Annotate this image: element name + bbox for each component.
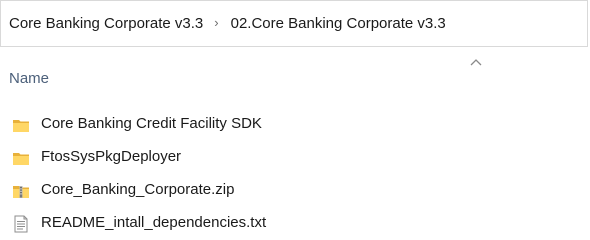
- breadcrumb-item-root[interactable]: Core Banking Corporate v3.3: [9, 15, 203, 32]
- list-item-folder-deployer[interactable]: FtosSysPkgDeployer: [0, 145, 590, 171]
- address-bar[interactable]: Core Banking Corporate v3.3 › 02.Core Ba…: [0, 0, 588, 47]
- column-header-name[interactable]: Name: [9, 70, 49, 87]
- zip-folder-icon: [13, 186, 29, 198]
- folder-icon: [13, 120, 29, 132]
- list-item-text-file[interactable]: README_intall_dependencies.txt: [0, 211, 590, 237]
- file-name: README_intall_dependencies.txt: [41, 214, 267, 231]
- column-header-row: Name: [0, 52, 590, 98]
- file-name: Core_Banking_Corporate.zip: [41, 181, 235, 198]
- folder-icon: [13, 153, 29, 165]
- breadcrumb-item-current[interactable]: 02.Core Banking Corporate v3.3: [231, 15, 446, 32]
- text-file-icon: [14, 215, 28, 233]
- file-explorer-window: Core Banking Corporate v3.3 › 02.Core Ba…: [0, 0, 590, 240]
- file-name: Core Banking Credit Facility SDK: [41, 115, 262, 132]
- list-item-zip-file[interactable]: Core_Banking_Corporate.zip: [0, 178, 590, 204]
- file-name: FtosSysPkgDeployer: [41, 148, 182, 165]
- sort-ascending-icon[interactable]: [470, 58, 482, 66]
- list-item-folder-credit-facility[interactable]: Core Banking Credit Facility SDK: [0, 112, 590, 138]
- chevron-right-icon[interactable]: ›: [214, 16, 218, 29]
